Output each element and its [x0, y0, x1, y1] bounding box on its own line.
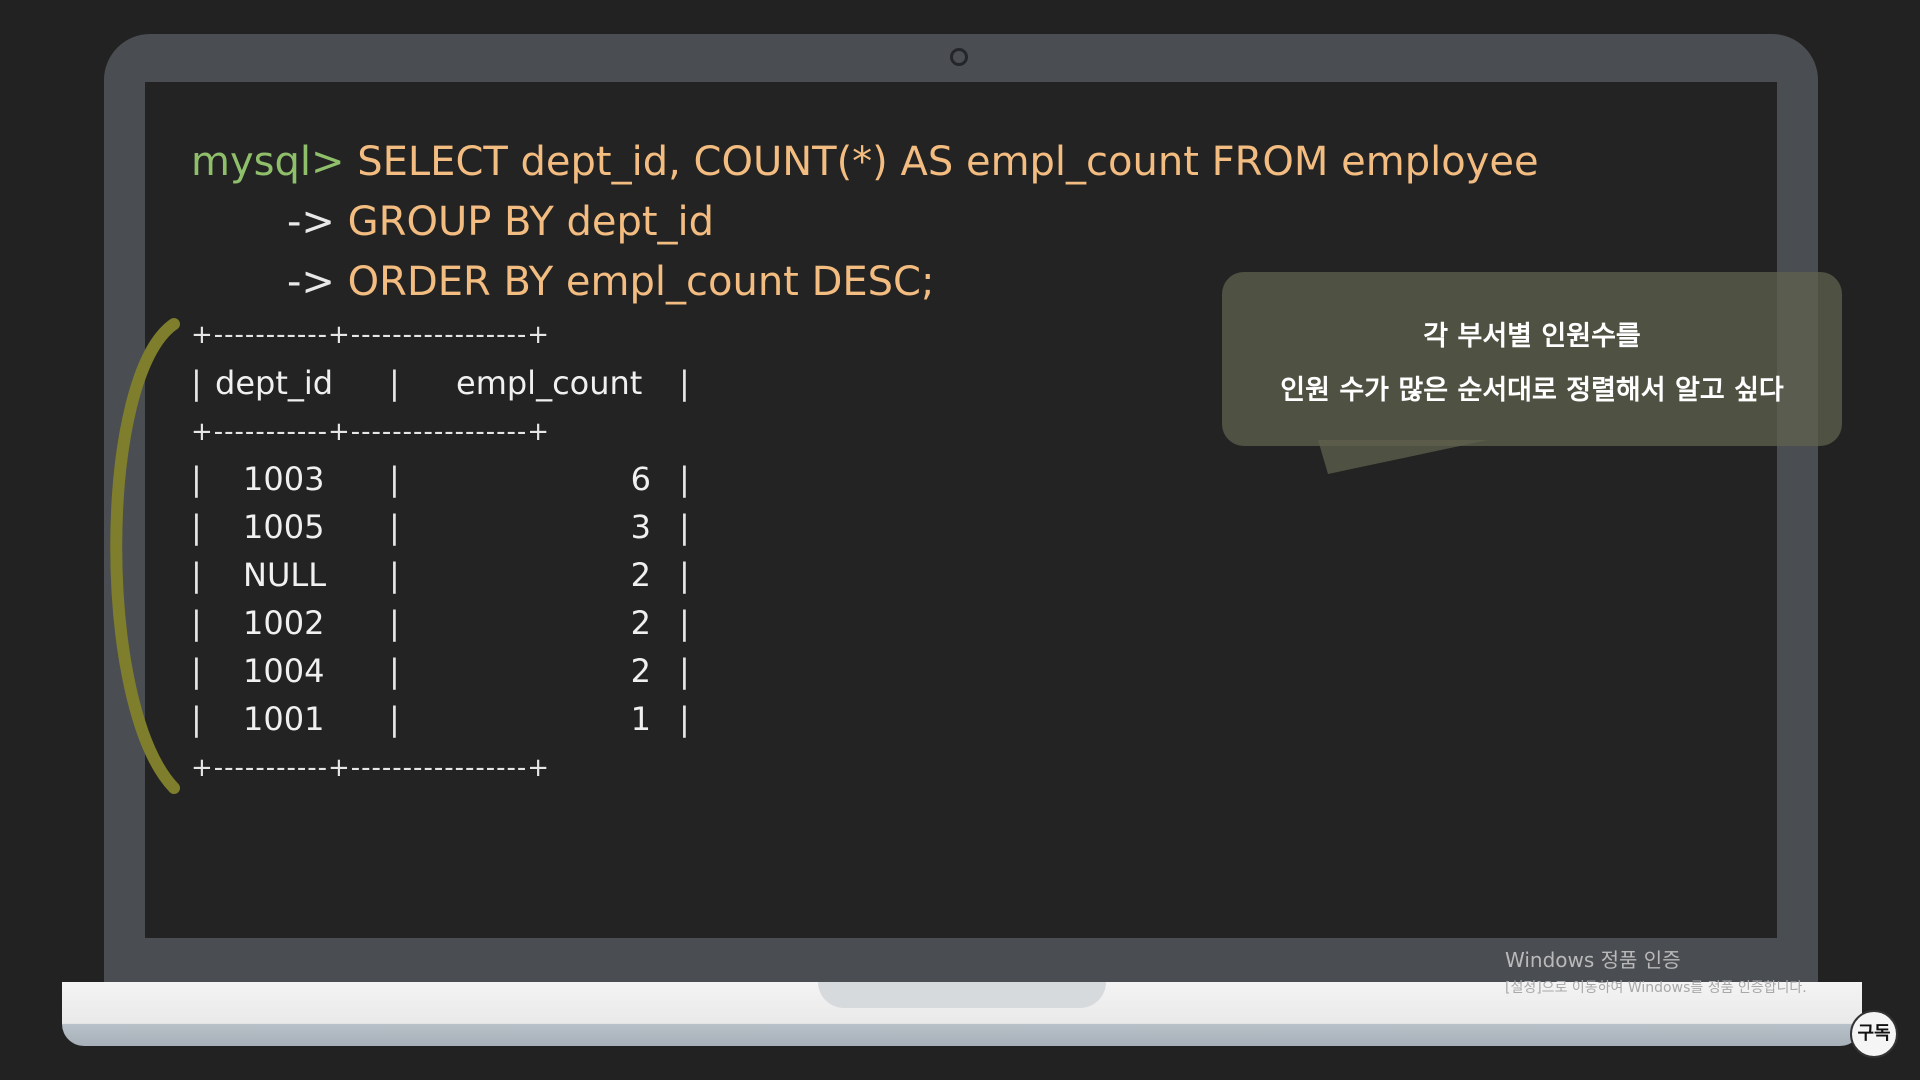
sql-line-1: mysql> SELECT dept_id, COUNT(*) AS empl_…: [191, 142, 1539, 182]
laptop-screen: mysql> SELECT dept_id, COUNT(*) AS empl_…: [145, 82, 1777, 938]
cell-separator: |: [191, 508, 202, 546]
watermark-title: Windows 정품 인증: [1505, 948, 1681, 972]
continuation-arrow: ->: [287, 259, 335, 305]
cell-separator: |: [679, 652, 690, 690]
table-row: | NULL | 2 |: [191, 559, 711, 599]
camera-icon: [950, 48, 968, 66]
mysql-prompt: mysql>: [191, 139, 345, 185]
watermark-subtitle: [설정]으로 이동하여 Windows를 정품 인증합니다.: [1505, 980, 1807, 996]
cell-separator: |: [389, 700, 400, 738]
table-row: | 1003 | 6 |: [191, 463, 711, 503]
cell-separator: |: [389, 556, 400, 594]
subscribe-button[interactable]: 구독: [1850, 1010, 1898, 1058]
cell-separator: |: [191, 700, 202, 738]
highlight-bracket-icon: [110, 318, 180, 794]
cell-separator: |: [191, 556, 202, 594]
table-row: | 1005 | 3 |: [191, 511, 711, 551]
sql-line-3: -> ORDER BY empl_count DESC;: [287, 262, 934, 302]
table-border-mid: +-----------+-----------------+: [191, 417, 551, 447]
sql-order-by: ORDER BY empl_count DESC;: [347, 259, 935, 305]
cell-separator: |: [191, 604, 202, 642]
table-header-row: | dept_id | empl_count |: [191, 367, 711, 407]
cell-separator: |: [389, 460, 400, 498]
sql-select: SELECT dept_id, COUNT(*) AS empl_count F…: [357, 139, 1539, 185]
windows-activation-watermark: Windows 정품 인증 [설정]으로 이동하여 Windows를 정품 인증…: [1505, 944, 1807, 997]
cell-empl-count: 1: [630, 700, 651, 738]
cell-dept-id: 1002: [243, 604, 325, 642]
cell-empl-count: 3: [630, 508, 651, 546]
laptop-notch: [818, 982, 1106, 1008]
cell-dept-id: 1001: [243, 700, 325, 738]
cell-separator: |: [191, 364, 202, 402]
speech-bubble-tail: [1318, 440, 1488, 474]
sql-group-by: GROUP BY dept_id: [347, 199, 715, 245]
cell-dept-id: 1004: [243, 652, 325, 690]
table-row: | 1001 | 1 |: [191, 703, 711, 743]
speech-bubble: 각 부서별 인원수를 인원 수가 많은 순서대로 정렬해서 알고 싶다: [1222, 272, 1842, 446]
cell-empl-count: 2: [630, 652, 651, 690]
cell-separator: |: [389, 364, 400, 402]
cell-empl-count: 6: [630, 460, 651, 498]
cell-separator: |: [389, 604, 400, 642]
cell-dept-id: NULL: [243, 556, 327, 594]
table-border-top: +-----------+-----------------+: [191, 320, 551, 350]
table-row: | 1002 | 2 |: [191, 607, 711, 647]
cell-separator: |: [389, 508, 400, 546]
cell-separator: |: [191, 460, 202, 498]
header-dept-id: dept_id: [215, 364, 334, 402]
cell-separator: |: [679, 364, 690, 402]
cell-empl-count: 2: [630, 604, 651, 642]
cell-separator: |: [389, 652, 400, 690]
table-row: | 1004 | 2 |: [191, 655, 711, 695]
cell-separator: |: [679, 700, 690, 738]
bubble-text-line-1: 각 부서별 인원수를: [1423, 321, 1641, 352]
continuation-arrow: ->: [287, 199, 335, 245]
result-table: +-----------+-----------------+ | dept_i…: [191, 322, 731, 882]
cell-separator: |: [191, 652, 202, 690]
table-border-bottom: +-----------+-----------------+: [191, 753, 551, 783]
header-empl-count: empl_count: [456, 364, 643, 402]
sql-line-2: -> GROUP BY dept_id: [287, 202, 714, 242]
cell-dept-id: 1005: [243, 508, 325, 546]
cell-empl-count: 2: [630, 556, 651, 594]
cell-dept-id: 1003: [243, 460, 325, 498]
cell-separator: |: [679, 508, 690, 546]
cell-separator: |: [679, 556, 690, 594]
cell-separator: |: [679, 460, 690, 498]
cell-separator: |: [679, 604, 690, 642]
bubble-text-line-2: 인원 수가 많은 순서대로 정렬해서 알고 싶다: [1280, 375, 1784, 406]
